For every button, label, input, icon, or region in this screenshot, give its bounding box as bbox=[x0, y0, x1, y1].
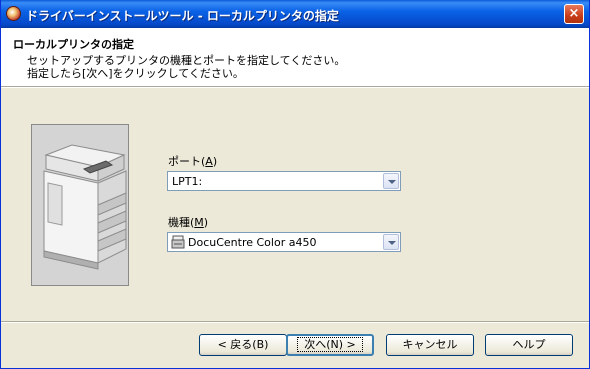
port-select[interactable]: LPT1: bbox=[167, 171, 401, 191]
model-label: 機種(M) bbox=[168, 216, 209, 229]
printer-illustration-icon bbox=[32, 125, 128, 285]
printer-icon bbox=[171, 235, 185, 249]
port-label: ポート(A) bbox=[168, 155, 218, 168]
wizard-header: ローカルプリンタの指定 セットアップするプリンタの機種とポートを指定してください… bbox=[1, 28, 589, 86]
model-select-value: DocuCentre Color a450 bbox=[188, 236, 317, 249]
header-instruction-2: 指定したら[次へ]をクリックしてください。 bbox=[27, 67, 244, 80]
header-title: ローカルプリンタの指定 bbox=[13, 38, 134, 51]
title-bar[interactable]: ドライバーインストールツール - ローカルプリンタの指定 × bbox=[1, 0, 589, 28]
app-icon bbox=[6, 6, 21, 21]
model-select[interactable]: DocuCentre Color a450 bbox=[167, 232, 401, 252]
model-dropdown-chevron-down-icon[interactable] bbox=[383, 234, 399, 250]
port-select-value: LPT1: bbox=[172, 175, 203, 188]
back-button[interactable]: < 戻る(B) bbox=[199, 334, 287, 356]
cancel-button[interactable]: キャンセル bbox=[386, 334, 474, 356]
next-button[interactable]: 次へ(N) > bbox=[286, 334, 374, 356]
window-title: ドライバーインストールツール - ローカルプリンタの指定 bbox=[26, 9, 339, 23]
header-divider bbox=[1, 86, 589, 88]
port-dropdown-chevron-down-icon[interactable] bbox=[383, 173, 399, 189]
footer-divider bbox=[1, 321, 589, 323]
dialog-window: ドライバーインストールツール - ローカルプリンタの指定 × ローカルプリンタの… bbox=[0, 0, 590, 369]
help-button[interactable]: ヘルプ bbox=[485, 334, 573, 356]
printer-image bbox=[31, 124, 129, 286]
close-button[interactable]: × bbox=[564, 4, 584, 24]
